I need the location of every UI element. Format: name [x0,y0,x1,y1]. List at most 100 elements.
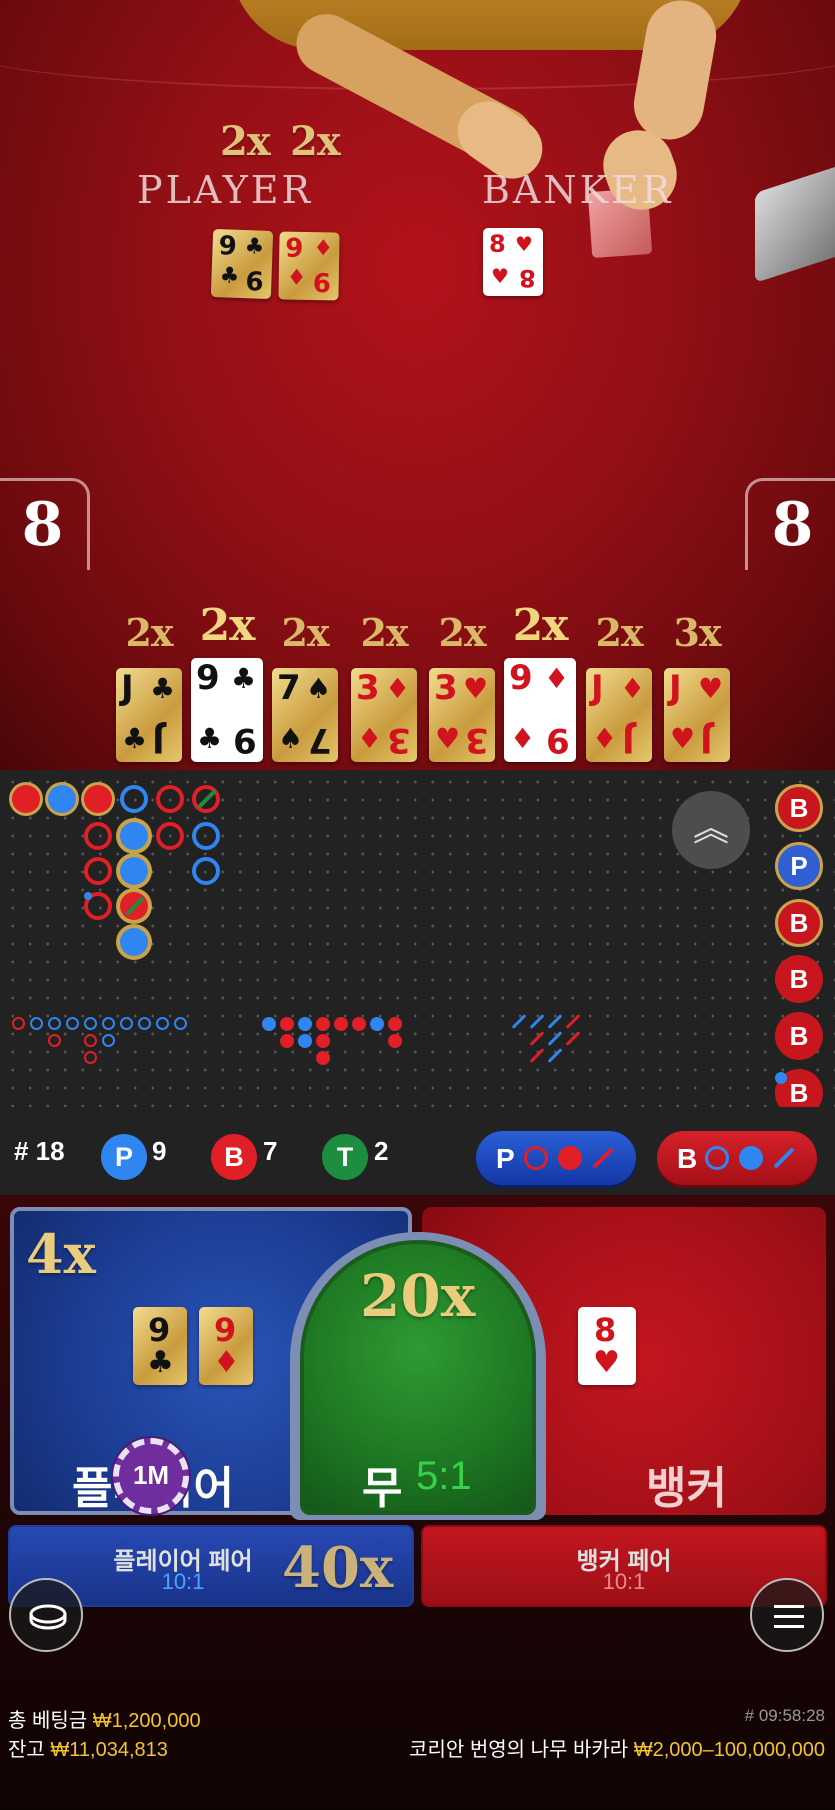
cockroach-road-mark [529,1031,545,1046]
chat-button[interactable] [9,1578,83,1652]
total-bet-value: ₩1,200,000 [92,1710,201,1732]
small-road-mark [334,1017,348,1031]
hamburger-menu-icon [774,1605,804,1628]
prediction-pair-dot [775,1072,787,1084]
cockroach-road-mark [529,1048,545,1063]
bead-result [48,785,76,813]
big-road-result [156,822,184,850]
history-card: J ♣ ♣ J [116,668,182,762]
small-road-mark [262,1017,276,1031]
small-road-mark [280,1034,294,1048]
big-eye-boy-mark [156,1017,169,1030]
big-eye-boy-mark [48,1034,61,1047]
player-wins-count: 9 [152,1136,167,1166]
bead-result [84,785,112,813]
tie-bet-multiplier: 20x [360,1262,476,1330]
total-bet: 총 베팅금 ₩1,200,000 [8,1704,201,1733]
chip-stack-icon [29,1604,67,1630]
big-eye-boy-mark [84,1017,97,1030]
menu-button[interactable] [750,1578,824,1652]
card-multiplier: 2x [199,600,256,651]
big-road-result [120,785,148,813]
big-road-result [120,822,148,850]
balance-value: ₩11,034,813 [50,1739,168,1761]
player-bet-multiplier: 4x [26,1222,96,1286]
banker-bet-label: 뱅커 [646,1464,727,1513]
cockroach-road-mark [547,1031,563,1046]
table-player-card-1: 9 ♣ ♣ 9 [210,228,274,300]
tie-bet-label: 무 [362,1464,403,1513]
table-player-label: PLAYER [137,168,314,212]
cockroach-road-mark [565,1031,581,1046]
small-road-mark [316,1034,330,1048]
player-prediction-badge: P [775,842,823,890]
table-banker-label: BANKER [482,168,674,212]
table-banker-card-1: 8 ♥ ♥ 8 [483,228,543,296]
big-eye-boy-mark [48,1017,61,1030]
tie-badge: T [322,1134,368,1180]
history-card: 3 ♥ ♥ 3 [429,668,495,762]
banker-prediction-badge: B [775,955,823,1003]
cockroach-road-mark [565,1014,581,1029]
small-road-mark [388,1034,402,1048]
player-ask-button[interactable]: P [476,1131,636,1185]
player-bet-card-2: 9 ♦ [199,1307,253,1385]
small-road-mark [280,1017,294,1031]
bead-result [12,785,40,813]
big-road-result [84,857,112,885]
big-eye-boy-mark [102,1034,115,1047]
big-eye-boy-mark [66,1017,79,1030]
history-card: 3 ♦ ♦ 3 [351,668,417,762]
big-road-result [192,857,220,885]
live-baccarat-app: 2x 2x PLAYER BANKER 9 ♣ ♣ 9 9 ♦ ♦ 9 8 ♥ … [0,0,835,1810]
player-wins-badge: P [101,1134,147,1180]
history-card: J ♦ ♦ J [586,668,652,762]
history-card: 7 ♠ ♠ 7 [272,668,338,762]
history-card: 9 ♣ ♣ 9 [191,658,263,762]
small-road-mark [298,1017,312,1031]
live-video-table: 2x 2x PLAYER BANKER 9 ♣ ♣ 9 9 ♦ ♦ 9 8 ♥ … [0,0,835,770]
chevron-up-double-icon: ︽ [692,807,729,848]
player-pair-multiplier: 40x [282,1535,394,1601]
collapse-roadmap-button[interactable]: ︽ [672,791,750,869]
big-road-result [192,822,220,850]
card-multiplier: 2x [438,610,486,655]
table-info: 코리안 번영의 나무 바카라 ₩2,000–100,000,000 [409,1733,825,1762]
banker-prediction-badge: B [775,784,823,832]
game-id: # 09:58:28 [744,1706,825,1725]
card-multiplier: 2x [360,610,408,655]
round-counter: # 18 [14,1136,65,1166]
ask-dot-icon [739,1146,763,1170]
banker-ask-button[interactable]: B [657,1131,817,1185]
card-multiplier: 2x [125,610,173,655]
big-road-result [120,928,148,956]
small-road-mark [352,1017,366,1031]
cockroach-road-mark [547,1014,563,1029]
card-multiplier: 2x [595,610,643,655]
big-eye-boy-mark [30,1017,43,1030]
history-card: J ♥ ♥ J [664,668,730,762]
cockroach-road-mark [547,1048,563,1063]
card-multiplier: 2x [281,610,329,655]
card-multiplier: 2x [512,600,569,651]
ask-slash-icon [592,1147,614,1169]
banker-wins-count: 7 [263,1136,278,1166]
balance: 잔고 ₩11,034,813 [8,1733,168,1762]
ask-dot-icon [558,1146,582,1170]
player-pair-dot [84,892,92,900]
banker-prediction-badge: B [775,1012,823,1060]
bet-limits: ₩2,000–100,000,000 [633,1739,825,1761]
big-eye-boy-mark [102,1017,115,1030]
ask-slash-icon [773,1147,795,1169]
big-road-result [156,785,184,813]
small-road-mark [316,1051,330,1065]
player-multiplier-2: 2x [290,118,341,165]
card-multiplier: 3x [673,610,721,655]
small-road-mark [298,1034,312,1048]
big-road-result [84,822,112,850]
player-score: 8 [0,478,90,570]
bet-chip[interactable]: 1M [113,1438,189,1514]
big-eye-boy-mark [138,1017,151,1030]
small-road-mark [370,1017,384,1031]
balance-label: 잔고 [8,1739,45,1761]
